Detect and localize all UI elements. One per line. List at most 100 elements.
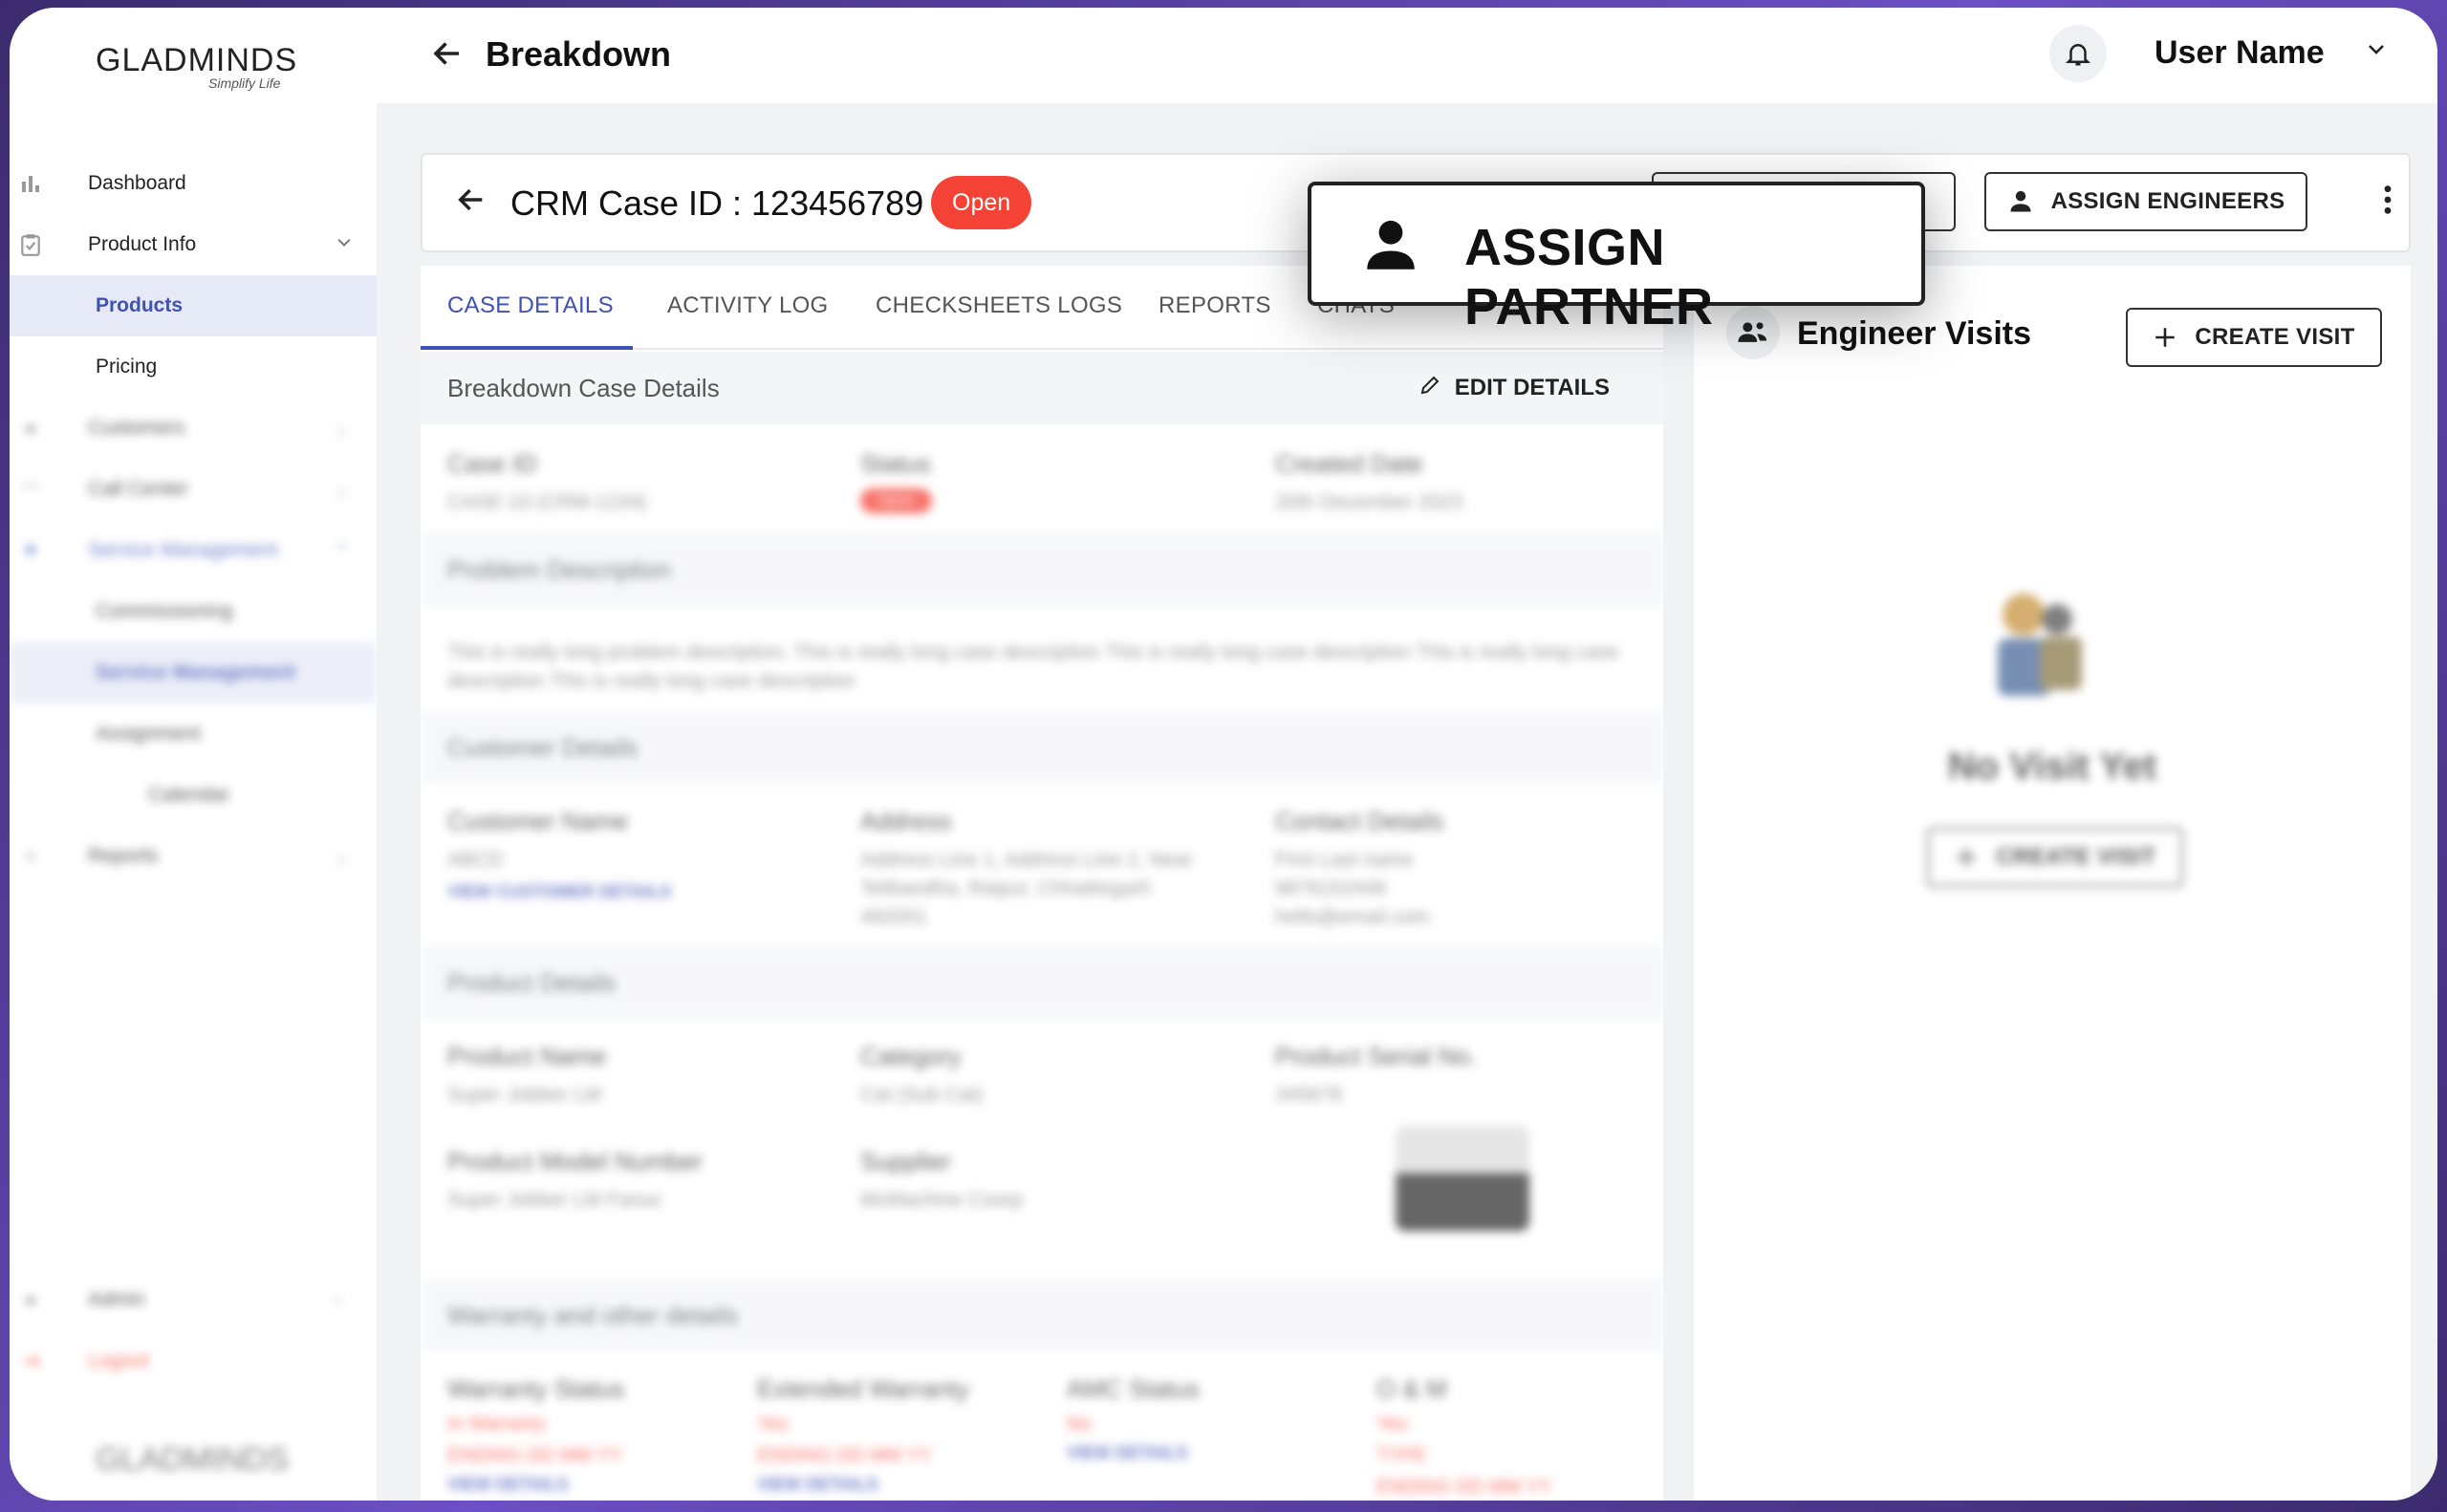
ending-date: ENDING DD MM YY [447, 1445, 622, 1466]
create-visit-button[interactable]: CREATE VISIT [2126, 308, 2382, 367]
field-value: 345678 [1275, 1084, 1343, 1106]
type-value: TYPE [1376, 1445, 1427, 1466]
address-cell: Address Address Line 1, Address Line 2, … [860, 807, 1224, 932]
view-details-link[interactable]: VIEW DETAILS [447, 1475, 624, 1495]
tab-checksheets-logs[interactable]: CHECKSHEETS LOGS [876, 292, 1122, 319]
sidebar-item-assignment[interactable]: Assignment [10, 703, 377, 765]
no-visit-text: No Visit Yet [1947, 745, 2157, 788]
sidebar-item-service-management-sub[interactable]: Service Management [10, 642, 377, 703]
sidebar-item-calendar[interactable]: Calendar [10, 765, 377, 826]
section-title: Breakdown Case Details EDIT DETAILS [421, 352, 1663, 424]
engineer-illustration [1981, 581, 2095, 705]
field-value: CASE-10 (CRM-1234) [447, 491, 647, 513]
case-details-panel: CASE DETAILS ACTIVITY LOG CHECKSHEETS LO… [421, 266, 1663, 1501]
field-label: Product Serial No. [1275, 1042, 1477, 1070]
sidebar-item-label: Service Management [88, 539, 278, 561]
logout-icon: ⇥ [21, 1349, 40, 1372]
sidebar-item-label: Products [96, 294, 184, 316]
section-title-text: Problem Description [447, 554, 672, 584]
field-value: Super Jobber LM [447, 1084, 602, 1106]
assign-engineers-button[interactable]: ASSIGN ENGINEERS [1984, 172, 2307, 231]
chevron-down-icon[interactable] [2365, 38, 2388, 68]
field-label: AMC Status [1067, 1374, 1200, 1403]
sidebar-item-commissioning[interactable]: Commissioning [10, 581, 377, 642]
more-vert-icon[interactable] [2382, 184, 2393, 222]
sidebar-item-dashboard[interactable]: Dashboard [10, 153, 377, 214]
engineer-visits-panel: Engineer Visits CREATE VISIT No Visit Ye… [1694, 266, 2411, 1501]
user-name[interactable]: User Name [2155, 34, 2325, 72]
view-details-link[interactable]: VIEW DETAILS [1067, 1443, 1200, 1463]
sidebar-item-admin[interactable]: ● Admin › [10, 1269, 377, 1330]
ending-date: ENDING DD MM YY [1376, 1477, 1551, 1498]
sidebar-item-customers[interactable]: ● Customers ⌄ [10, 398, 377, 459]
admin-icon: ● [24, 1287, 37, 1311]
field-label: Extended Warranty [757, 1374, 969, 1403]
field-value: Yes [1376, 1414, 1408, 1435]
sidebar-item-label: Customers [88, 417, 185, 439]
model-cell: Product Model Number Super Jobber LM Fan… [447, 1147, 703, 1215]
amc-cell: AMC Status No VIEW DETAILS [1067, 1374, 1200, 1463]
main-content: CRM Case ID : 123456789 Open ASSIGN PART… [377, 103, 2437, 1501]
section-title-text: Product Details [447, 967, 617, 997]
view-customer-link[interactable]: VIEW CUSTOMER DETAILS [447, 882, 671, 902]
sidebar-item-logout[interactable]: ⇥ Logout [10, 1330, 377, 1392]
ext-warranty-cell: Extended Warranty Yes ENDING DD MM YY VI… [757, 1374, 969, 1495]
create-visit-button-empty[interactable]: CREATE VISIT [1927, 828, 2183, 887]
share-icon: < [24, 844, 37, 868]
sidebar-item-reports[interactable]: < Reports ⌄ [10, 826, 377, 887]
edit-details-button[interactable]: EDIT DETAILS [1418, 374, 1610, 403]
chevron-down-icon: ⌄ [335, 418, 350, 438]
sidebar-item-label: Logout [88, 1350, 150, 1372]
pencil-icon [1418, 374, 1441, 403]
back-arrow-icon[interactable] [455, 184, 487, 225]
sidebar-item-label: Service Management [96, 661, 295, 683]
chevron-right-icon: › [335, 1289, 340, 1309]
field-value: ABCD [447, 849, 504, 871]
sidebar-item-pricing[interactable]: Pricing [10, 336, 377, 398]
field-value: McMachine Coorp [860, 1189, 1024, 1211]
chevron-up-icon: ⌃ [335, 540, 350, 560]
contact-cell: Contact Details First Last name 98761524… [1275, 807, 1505, 932]
person-icon [2007, 188, 2034, 215]
customer-section: Customer Details [421, 711, 1663, 784]
assign-partner-callout[interactable]: ASSIGN PARTNER [1308, 182, 1925, 335]
edit-details-label: EDIT DETAILS [1454, 375, 1610, 400]
created-date-cell: Created Date 20th December 2023 [1275, 449, 1462, 517]
om-cell: O & M Yes TYPE ENDING DD MM YY [1376, 1374, 1551, 1499]
sidebar-item-products[interactable]: Products [10, 275, 377, 336]
sidebar-item-call-center[interactable]: ◠ Call Center ⌄ [10, 459, 377, 520]
tab-activity-log[interactable]: ACTIVITY LOG [667, 292, 829, 319]
top-header: Breakdown User Name [377, 8, 2437, 103]
footer-logo: GLADMINDS [96, 1441, 290, 1478]
sidebar-item-service-management[interactable]: ✦ Service Management ⌃ [10, 520, 377, 581]
warranty-status-cell: Warranty Status In Warranty ENDING DD MM… [447, 1374, 624, 1495]
status-badge: Open [931, 176, 1032, 229]
field-value: In Warranty [447, 1414, 546, 1435]
sidebar-item-label: Dashboard [88, 172, 186, 194]
sidebar-item-label: Pricing [96, 356, 158, 378]
field-value: This is really long problem description,… [447, 641, 1619, 692]
field-label: Product Name [447, 1042, 607, 1070]
section-title-text: Customer Details [447, 732, 639, 762]
customer-name-cell: Customer Name ABCD VIEW CUSTOMER DETAILS [447, 807, 671, 902]
status-badge: Open [860, 488, 933, 513]
field-label: Customer Name [447, 807, 629, 835]
view-details-link[interactable]: VIEW DETAILS [757, 1475, 969, 1495]
field-label: Created Date [1275, 449, 1423, 478]
back-arrow-icon[interactable] [430, 36, 465, 80]
bell-icon[interactable] [2049, 25, 2107, 82]
clipboard-icon [17, 231, 44, 258]
product-section: Product Details [421, 946, 1663, 1019]
sidebar-item-label: Calendar [148, 784, 230, 806]
case-id-cell: Case ID CASE-10 (CRM-1234) [447, 449, 647, 517]
product-name-cell: Product Name Super Jobber LM [447, 1042, 606, 1110]
section-title-text: Breakdown Case Details [447, 373, 720, 402]
tab-reports[interactable]: REPORTS [1159, 292, 1271, 319]
field-value: 20th December 2023 [1275, 491, 1463, 513]
page-title: Breakdown [486, 34, 672, 74]
sidebar-item-product-info[interactable]: Product Info [10, 214, 377, 275]
tab-case-details[interactable]: CASE DETAILS [447, 292, 614, 319]
active-tab-indicator [421, 346, 633, 350]
sidebar-item-label: Reports [88, 845, 159, 867]
field-label: Product Model Number [447, 1147, 704, 1176]
